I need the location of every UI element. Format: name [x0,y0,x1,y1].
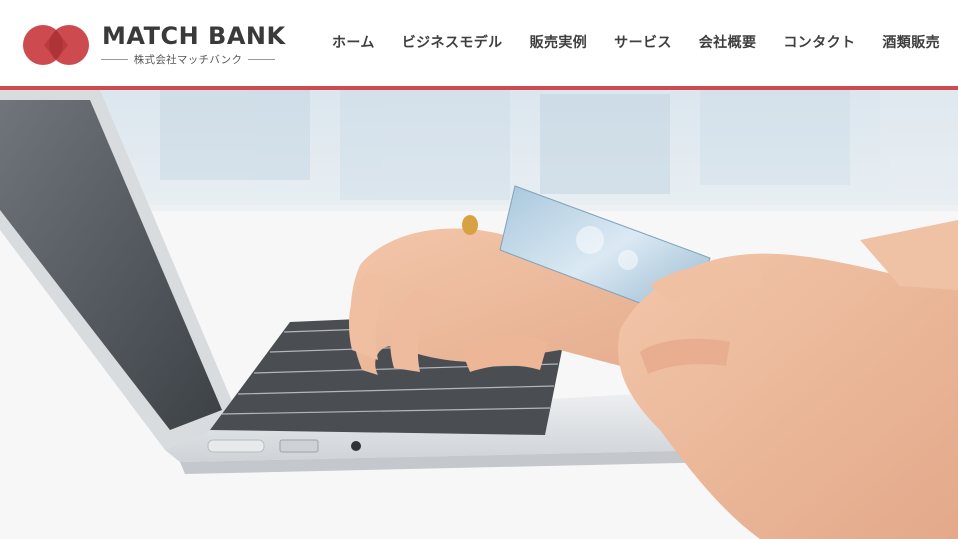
overlapping-circles-logo-icon [23,25,89,65]
site-header: MATCH BANK 株式会社マッチバンク ホーム ビジネスモデル 販売実例 サ… [0,0,958,86]
divider [248,58,275,60]
brand-subtitle: 株式会社マッチバンク [133,53,243,66]
divider [101,58,128,60]
hero-image [0,90,958,539]
main-nav: ホーム ビジネスモデル 販売実例 サービス 会社概要 コンタクト 酒類販売 [332,30,940,54]
nav-item-liquor-sales[interactable]: 酒類販売 [882,32,940,52]
nav-item-services[interactable]: サービス [614,32,672,52]
nav-item-company[interactable]: 会社概要 [699,32,757,52]
brand-logo[interactable]: MATCH BANK 株式会社マッチバンク [22,22,285,68]
laptop-typing-with-credit-card-photo [0,90,958,539]
nav-item-business-model[interactable]: ビジネスモデル [402,32,503,52]
nav-item-sales-examples[interactable]: 販売実例 [530,32,588,52]
nav-item-home[interactable]: ホーム [332,32,375,52]
brand-name: MATCH BANK [102,22,286,50]
nav-item-contact[interactable]: コンタクト [783,32,855,52]
brand-subtitle-row: 株式会社マッチバンク [101,52,275,66]
